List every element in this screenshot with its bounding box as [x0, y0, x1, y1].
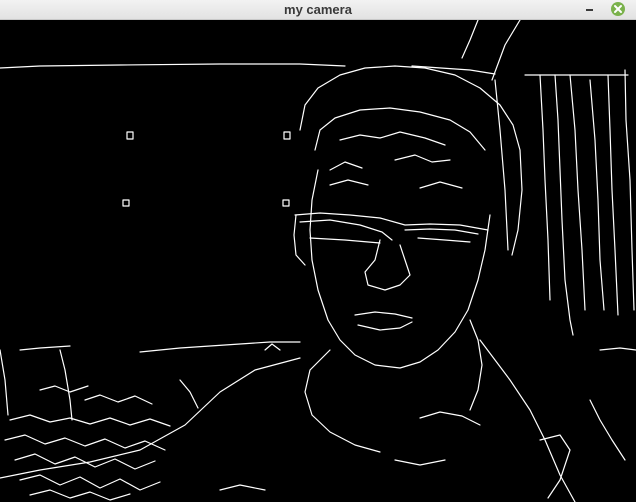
camera-viewport: [0, 20, 636, 502]
close-button[interactable]: [610, 1, 626, 17]
minimize-icon: [586, 9, 593, 11]
edge-detection-feed: [0, 20, 636, 502]
title-bar[interactable]: my camera: [0, 0, 636, 20]
window-title: my camera: [284, 2, 352, 17]
minimize-button[interactable]: [582, 1, 598, 17]
close-icon: [611, 2, 625, 16]
app-window: my camera: [0, 0, 636, 502]
